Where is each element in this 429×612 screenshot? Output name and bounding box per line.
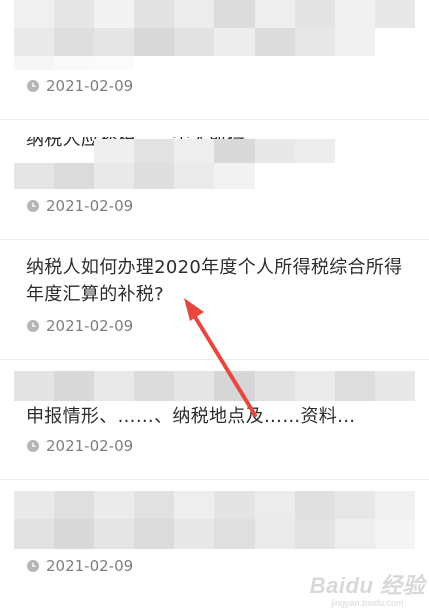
clock-icon xyxy=(27,80,39,92)
article-card[interactable]: 纳税人应补税……个人所得 2021-02-09 xyxy=(0,119,429,240)
article-card[interactable]: 申报情形、……、纳税地点及……资料… 2021-02-09 xyxy=(0,359,429,480)
article-meta: 2021-02-09 xyxy=(27,77,133,95)
article-meta: 2021-02-09 xyxy=(27,317,133,335)
clock-icon xyxy=(27,320,39,332)
clock-icon xyxy=(27,560,39,572)
article-date: 2021-02-09 xyxy=(46,317,134,335)
clock-icon xyxy=(27,200,39,212)
article-title-blurred xyxy=(14,371,415,401)
article-meta: 2021-02-09 xyxy=(27,557,133,575)
clock-icon xyxy=(27,440,39,452)
watermark-logo: Baidu 经验 xyxy=(309,573,425,598)
article-date: 2021-02-09 xyxy=(46,437,134,455)
watermark-sub: jingyan.baidu.com xyxy=(331,598,404,608)
article-meta: 2021-02-09 xyxy=(27,437,133,455)
article-title-blurred xyxy=(14,0,415,84)
baidu-watermark: Baidu 经验 jingyan.baidu.com xyxy=(310,568,425,608)
article-date: 2021-02-09 xyxy=(46,77,134,95)
article-date: 2021-02-09 xyxy=(46,557,134,575)
article-meta: 2021-02-09 xyxy=(27,197,133,215)
article-title-blurred xyxy=(14,491,415,549)
article-title: 纳税人如何办理2020年度个人所得税综合所得年度汇算的补税? xyxy=(26,257,403,305)
article-list: 2021-02-09 纳税人应补税……个人所得 2021-02-09 xyxy=(0,0,429,612)
article-card[interactable]: 纳税人如何办理2020年度个人所得税综合所得年度汇算的补税? 2021-02-0… xyxy=(0,239,429,360)
article-card[interactable]: 2021-02-09 xyxy=(0,0,429,120)
article-date: 2021-02-09 xyxy=(46,197,134,215)
article-title: 申报情形、……、纳税地点及……资料… xyxy=(26,406,356,427)
article-title-blurred xyxy=(14,139,415,189)
